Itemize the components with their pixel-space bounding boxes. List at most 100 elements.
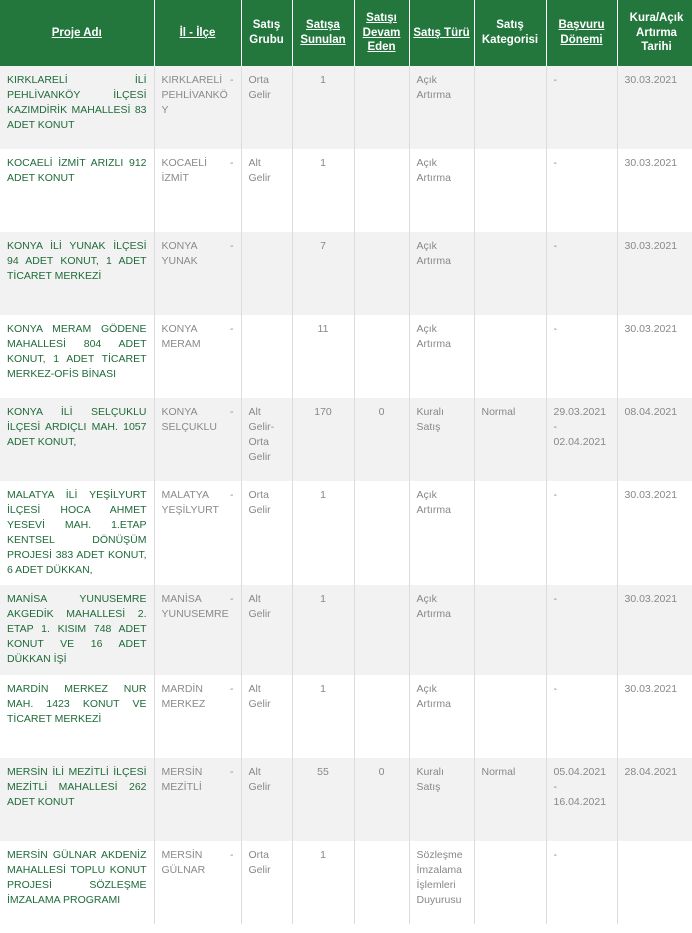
ongoing-count-cell <box>354 232 410 315</box>
project-name-cell[interactable]: KONYA İLİ YUNAK İLÇESİ 94 ADET KONUT, 1 … <box>0 232 155 315</box>
draw-date-cell: 30.03.2021 <box>617 585 692 675</box>
header-kura-tarihi-label: Kura/Açık Artırma Tarihi <box>629 11 684 54</box>
ongoing-count-cell <box>354 585 410 675</box>
header-basvuru-donemi-label: Başvuru Dönemi <box>558 19 605 46</box>
sales-category-cell: Normal <box>474 758 547 841</box>
project-name-cell[interactable]: MERSİN İLİ MEZİTLİ İLÇESİ MEZİTLİ MAHALL… <box>0 758 155 841</box>
project-name-link[interactable]: MANİSA YUNUSEMRE AKGEDİK MAHALLESİ 2. ET… <box>7 593 147 665</box>
project-name-cell[interactable]: MALATYA İLİ YEŞİLYURT İLÇESİ HOCA AHMET … <box>0 481 155 585</box>
header-satisa-sunulan-label: Satışa Sunulan <box>300 19 346 46</box>
sales-group-cell: Orta Gelir <box>241 481 293 585</box>
province-district-separator: - <box>230 766 234 778</box>
sales-type-cell: Açık Artırma <box>409 232 475 315</box>
sales-type-cell: Sözleşme İmzalama İşlemleri Duyurusu <box>409 841 475 924</box>
header-proje-adi[interactable]: Proje Adı <box>0 0 155 66</box>
header-kura-tarihi: Kura/Açık Artırma Tarihi <box>617 0 692 66</box>
table-row[interactable]: KONYA MERAM GÖDENE MAHALLESİ 804 ADET KO… <box>0 315 692 398</box>
header-satisi-devam-eden-label: Satışı Devam Eden <box>362 11 401 54</box>
projects-table-container: Proje Adı İl - İlçe Satış Grubu Satışa S… <box>0 0 692 933</box>
offered-count-cell: 7 <box>292 232 355 315</box>
header-basvuru-donemi[interactable]: Başvuru Dönemi <box>546 0 618 66</box>
table-row[interactable]: MERSİN GÜLNAR AKDENİZ MAHALLESİ TOPLU KO… <box>0 841 692 924</box>
project-name-link[interactable]: MERSİN İLİ MEZİTLİ İLÇESİ MEZİTLİ MAHALL… <box>7 766 147 808</box>
province-name: MERSİN <box>161 849 203 861</box>
project-name-cell[interactable]: KIRKLARELİ İLİ PEHLİVANKÖY İLÇESİ KAZIMD… <box>0 66 155 149</box>
project-name-link[interactable]: MARDİN MERKEZ NUR MAH. 1423 KONUT VE TİC… <box>7 683 147 725</box>
sales-type-cell: Açık Artırma <box>409 675 475 758</box>
table-row[interactable]: KOCAELİ İZMİT ARIZLI 912 ADET KONUT KOCAE… <box>0 149 692 232</box>
province-district-cell: KIRKLARELİ - PEHLİVANKÖY <box>154 66 242 149</box>
header-satis-kategorisi: Satış Kategorisi <box>474 0 547 66</box>
project-name-link[interactable]: KOCAELİ İZMİT ARIZLI 912 ADET KONUT <box>7 157 147 184</box>
province-district-cell: KONYA - SELÇUKLU <box>154 398 242 481</box>
sales-type-cell: Açık Artırma <box>409 481 475 585</box>
table-row[interactable]: KONYA İLİ YUNAK İLÇESİ 94 ADET KONUT, 1 … <box>0 232 692 315</box>
header-satis-grubu-label: Satış Grubu <box>249 19 284 46</box>
sales-category-cell <box>474 675 547 758</box>
province-district-separator: - <box>230 593 234 605</box>
province-district-cell: MALATYA - YEŞİLYURT <box>154 481 242 585</box>
header-satis-turu[interactable]: Satış Türü <box>409 0 475 66</box>
ongoing-count-cell <box>354 675 410 758</box>
ongoing-count-cell <box>354 481 410 585</box>
offered-count-cell: 11 <box>292 315 355 398</box>
province-name: KOCAELİ <box>161 157 208 169</box>
table-row[interactable]: KONYA İLİ SELÇUKLU İLÇESİ ARDIÇLI MAH. 1… <box>0 398 692 481</box>
province-name: KIRKLARELİ <box>161 74 223 86</box>
offered-count-cell: 1 <box>292 585 355 675</box>
province-district-cell: MERSİN - GÜLNAR <box>154 841 242 924</box>
project-name-cell[interactable]: MARDİN MERKEZ NUR MAH. 1423 KONUT VE TİC… <box>0 675 155 758</box>
ongoing-count-cell <box>354 149 410 232</box>
district-name: MERKEZ <box>161 698 206 710</box>
offered-count-cell: 1 <box>292 149 355 232</box>
table-row[interactable]: MERSİN İLİ MEZİTLİ İLÇESİ MEZİTLİ MAHALL… <box>0 758 692 841</box>
project-name-link[interactable]: KIRKLARELİ İLİ PEHLİVANKÖY İLÇESİ KAZIMD… <box>7 74 147 131</box>
project-name-cell[interactable]: KOCAELİ İZMİT ARIZLI 912 ADET KONUT <box>0 149 155 232</box>
table-row[interactable]: MALATYA İLİ YEŞİLYURT İLÇESİ HOCA AHMET … <box>0 481 692 585</box>
header-il-ilce-label: İl - İlçe <box>179 26 216 39</box>
application-period-cell: - <box>546 841 618 924</box>
header-satisi-devam-eden[interactable]: Satışı Devam Eden <box>354 0 410 66</box>
sales-category-cell <box>474 841 547 924</box>
project-name-cell[interactable]: KONYA MERAM GÖDENE MAHALLESİ 804 ADET KO… <box>0 315 155 398</box>
offered-count-cell: 1 <box>292 841 355 924</box>
province-name: MARDİN <box>161 683 203 695</box>
district-name: MERAM <box>161 338 201 350</box>
province-district-separator: - <box>230 157 234 169</box>
offered-count-cell: 170 <box>292 398 355 481</box>
project-name-link[interactable]: KONYA İLİ SELÇUKLU İLÇESİ ARDIÇLI MAH. 1… <box>7 406 147 448</box>
project-name-link[interactable]: KONYA MERAM GÖDENE MAHALLESİ 804 ADET KO… <box>7 323 147 380</box>
draw-date-cell: 30.03.2021 <box>617 481 692 585</box>
ongoing-count-cell <box>354 66 410 149</box>
header-satis-turu-label: Satış Türü <box>413 26 470 39</box>
project-name-link[interactable]: MALATYA İLİ YEŞİLYURT İLÇESİ HOCA AHMET … <box>7 489 147 576</box>
sales-group-cell <box>241 315 293 398</box>
sales-group-cell: Alt Gelir <box>241 758 293 841</box>
project-name-cell[interactable]: MANİSA YUNUSEMRE AKGEDİK MAHALLESİ 2. ET… <box>0 585 155 675</box>
project-name-link[interactable]: KONYA İLİ YUNAK İLÇESİ 94 ADET KONUT, 1 … <box>7 240 147 282</box>
sales-category-cell <box>474 585 547 675</box>
table-row[interactable]: MANİSA YUNUSEMRE AKGEDİK MAHALLESİ 2. ET… <box>0 585 692 675</box>
province-district-separator: - <box>230 489 234 501</box>
sales-type-cell: Kuralı Satış <box>409 398 475 481</box>
header-satis-kategorisi-label: Satış Kategorisi <box>481 19 539 46</box>
sales-type-cell: Açık Artırma <box>409 315 475 398</box>
header-satisa-sunulan[interactable]: Satışa Sunulan <box>292 0 355 66</box>
sales-type-cell: Açık Artırma <box>409 66 475 149</box>
draw-date-cell: 28.04.2021 <box>617 758 692 841</box>
province-district-separator: - <box>230 240 234 252</box>
table-row[interactable]: KIRKLARELİ İLİ PEHLİVANKÖY İLÇESİ KAZIMD… <box>0 66 692 149</box>
project-name-cell[interactable]: MERSİN GÜLNAR AKDENİZ MAHALLESİ TOPLU KO… <box>0 841 155 924</box>
application-period-cell: 05.04.2021 - 16.04.2021 <box>546 758 618 841</box>
project-name-cell[interactable]: KONYA İLİ SELÇUKLU İLÇESİ ARDIÇLI MAH. 1… <box>0 398 155 481</box>
district-name: SELÇUKLU <box>161 421 217 433</box>
district-name: YUNUSEMRE <box>161 608 229 620</box>
application-period-cell: 29.03.2021 - 02.04.2021 <box>546 398 618 481</box>
draw-date-cell: 30.03.2021 <box>617 315 692 398</box>
district-name: İZMİT <box>161 172 189 184</box>
table-row[interactable]: MARDİN MERKEZ NUR MAH. 1423 KONUT VE TİC… <box>0 675 692 758</box>
project-name-link[interactable]: MERSİN GÜLNAR AKDENİZ MAHALLESİ TOPLU KO… <box>7 849 147 906</box>
application-period-cell: - <box>546 585 618 675</box>
header-il-ilce[interactable]: İl - İlçe <box>154 0 242 66</box>
province-name: KONYA <box>161 323 198 335</box>
